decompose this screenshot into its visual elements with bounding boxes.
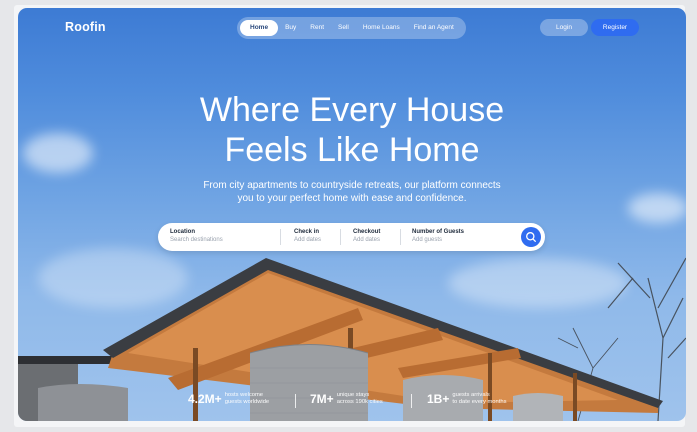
checkout-input[interactable]: Add dates — [353, 236, 380, 245]
stat-guests: 1B+ guests arrivals to date every months — [427, 392, 507, 406]
checkout-field[interactable]: Checkout Add dates — [353, 228, 380, 245]
stat-caption-line-2: guests worldwide — [224, 399, 270, 405]
nav-item-find-agent[interactable]: Find an Agent — [407, 20, 461, 36]
guests-field[interactable]: Number of Guests Add guests — [412, 228, 464, 245]
hero-subtitle: From city apartments to countryside retr… — [18, 179, 686, 205]
stat-divider — [295, 394, 296, 408]
stat-value: 1B+ — [427, 392, 450, 406]
checkin-field[interactable]: Check in Add dates — [294, 228, 321, 245]
divider — [400, 229, 401, 245]
stat-divider — [411, 394, 412, 408]
search-icon — [526, 232, 536, 242]
location-label: Location — [170, 229, 195, 235]
headline-line-2: Feels Like Home — [224, 131, 480, 169]
headline-line-1: Where Every House — [199, 91, 505, 129]
divider — [340, 229, 341, 245]
register-button[interactable]: Register — [591, 19, 639, 36]
search-button[interactable] — [521, 227, 541, 247]
top-nav: Roofin Home Buy Rent Sell Home Loans Fin… — [18, 8, 686, 48]
nav-menu: Home Buy Rent Sell Home Loans Find an Ag… — [237, 17, 466, 39]
stats-bar: 4.2M+ hosts welcome guests worldwide 7M+… — [18, 388, 686, 412]
stat-value: 4.2M+ — [188, 392, 222, 406]
checkin-input[interactable]: Add dates — [294, 236, 321, 245]
checkin-label: Check in — [294, 229, 320, 235]
checkout-label: Checkout — [353, 229, 381, 235]
stat-caption-line-1: guests arrivals — [452, 392, 490, 398]
divider — [280, 229, 281, 245]
subtitle-line-2: you to your perfect home with ease and c… — [237, 193, 467, 204]
stat-value: 7M+ — [310, 392, 334, 406]
nav-item-home[interactable]: Home — [240, 20, 279, 36]
hero-section: Roofin Home Buy Rent Sell Home Loans Fin… — [18, 8, 686, 421]
nav-item-home-loans[interactable]: Home Loans — [356, 20, 407, 36]
stat-stays: 7M+ unique stays across 190k cities — [310, 392, 383, 406]
stat-caption: hosts welcome guests worldwide — [225, 392, 269, 406]
stat-caption: unique stays across 190k cities — [337, 392, 383, 406]
location-input[interactable]: Search destinations — [170, 236, 223, 245]
brand-logo[interactable]: Roofin — [65, 20, 106, 34]
stat-caption-line-1: hosts welcome — [224, 392, 264, 398]
subtitle-line-1: From city apartments to countryside retr… — [203, 180, 501, 191]
search-bar: Location Search destinations Check in Ad… — [158, 223, 545, 251]
stat-caption-line-2: to date every months — [452, 399, 507, 405]
stat-caption-line-1: unique stays — [336, 392, 370, 398]
nav-item-sell[interactable]: Sell — [331, 20, 356, 36]
guests-input[interactable]: Add guests — [412, 236, 464, 245]
location-field[interactable]: Location Search destinations — [170, 228, 223, 245]
stat-caption-line-2: across 190k cities — [336, 399, 383, 405]
hero-headline: Where Every House Feels Like Home — [18, 90, 686, 170]
nav-item-rent[interactable]: Rent — [303, 20, 331, 36]
stat-hosts: 4.2M+ hosts welcome guests worldwide — [188, 392, 269, 406]
stat-caption: guests arrivals to date every months — [452, 392, 506, 406]
login-button[interactable]: Login — [540, 19, 588, 36]
guests-label: Number of Guests — [412, 229, 465, 235]
nav-item-buy[interactable]: Buy — [278, 20, 303, 36]
house-photo — [18, 257, 686, 421]
